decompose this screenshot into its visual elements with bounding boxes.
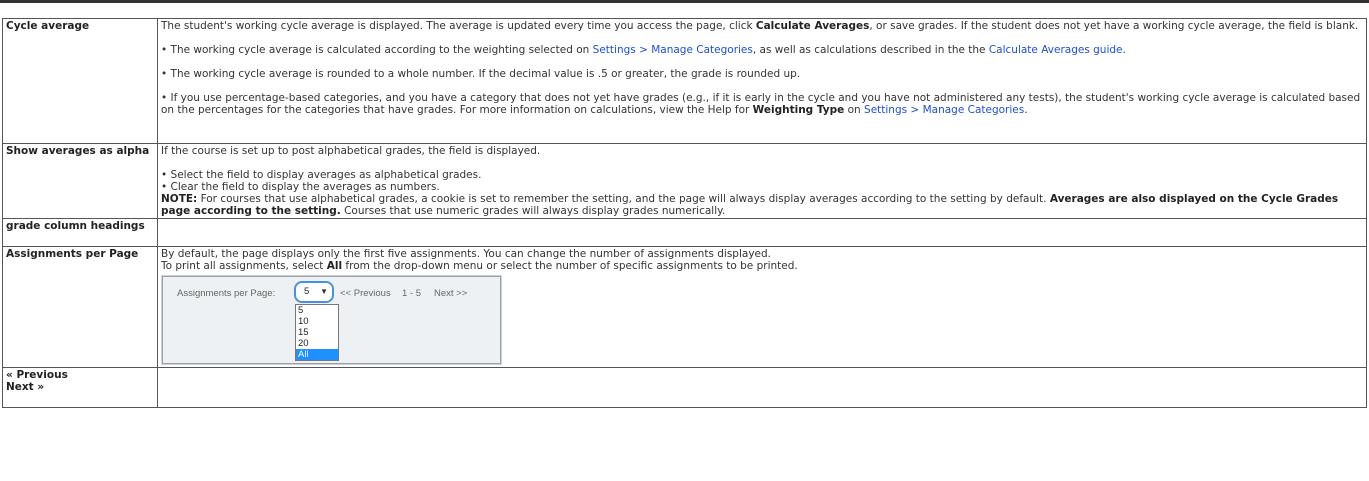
row-prev-next: « Previous Next » [2,367,1367,408]
link-calculate-averages-guide[interactable]: Calculate Averages guide [989,44,1123,56]
demo-assignments-label: Assignments per Page: [177,288,276,299]
term-cycle-average: Cycle average [2,18,158,144]
cycle-average-p1: The student's working cycle average is d… [161,20,1359,32]
term-assignments-per-page: Assignments per Page [2,246,158,368]
row-cycle-average: Cycle average The student's working cycl… [2,18,1367,144]
demo-range-text: 1 - 5 [402,288,422,299]
assignments-p1: By default, the page displays only the f… [161,248,771,260]
desc-assignments-per-page: By default, the page displays only the f… [157,246,1367,368]
term-show-alpha: Show averages as alpha [2,143,158,219]
demo-option-selected[interactable]: All [296,349,338,360]
demo-next-link[interactable]: Next >> [434,288,467,300]
show-alpha-p3: • Clear the field to display the average… [161,181,440,193]
help-table: Cycle average The student's working cycl… [2,18,1367,408]
assignments-per-page-screenshot: Assignments per Page: 5 ▼ << Previous 1 … [162,276,501,364]
demo-option[interactable]: 15 [296,327,338,338]
top-rule [0,0,1369,3]
cycle-average-p3: • The working cycle average is rounded t… [161,68,801,80]
demo-previous-link[interactable]: << Previous [340,288,391,300]
desc-show-alpha: If the course is set up to post alphabet… [157,143,1367,219]
desc-cycle-average: The student's working cycle average is d… [157,18,1367,144]
desc-prev-next [157,367,1367,408]
demo-option[interactable]: 5 [296,305,338,316]
demo-selected-value: 5 [304,286,310,297]
term-prev-next: « Previous Next » [2,367,158,408]
link-manage-categories-2[interactable]: Settings > Manage Categories [864,104,1024,116]
cycle-average-p2: • The working cycle average is calculate… [161,44,1126,56]
term-next: Next » [6,381,45,393]
demo-option[interactable]: 20 [296,338,338,349]
chevron-down-icon: ▼ [320,287,328,296]
row-grade-headings: grade column headings [2,218,1367,247]
demo-assignments-select[interactable]: 5 ▼ [294,281,334,303]
link-manage-categories[interactable]: Settings > Manage Categories [593,44,753,56]
show-alpha-p2: • Select the field to display averages a… [161,169,482,181]
show-alpha-note: NOTE: For courses that use alphabetical … [161,193,1339,217]
demo-option[interactable]: 10 [296,316,338,327]
row-assignments-per-page: Assignments per Page By default, the pag… [2,246,1367,368]
cycle-average-p4: • If you use percentage-based categories… [161,92,1361,116]
assignments-p2: To print all assignments, select All fro… [161,260,798,272]
show-alpha-p1: If the course is set up to post alphabet… [161,145,541,157]
term-previous: « Previous [6,369,68,381]
term-grade-headings: grade column headings [2,218,158,247]
row-show-alpha: Show averages as alpha If the course is … [2,143,1367,219]
demo-dropdown-list: 5 10 15 20 All [295,304,339,361]
desc-grade-headings [157,218,1367,247]
